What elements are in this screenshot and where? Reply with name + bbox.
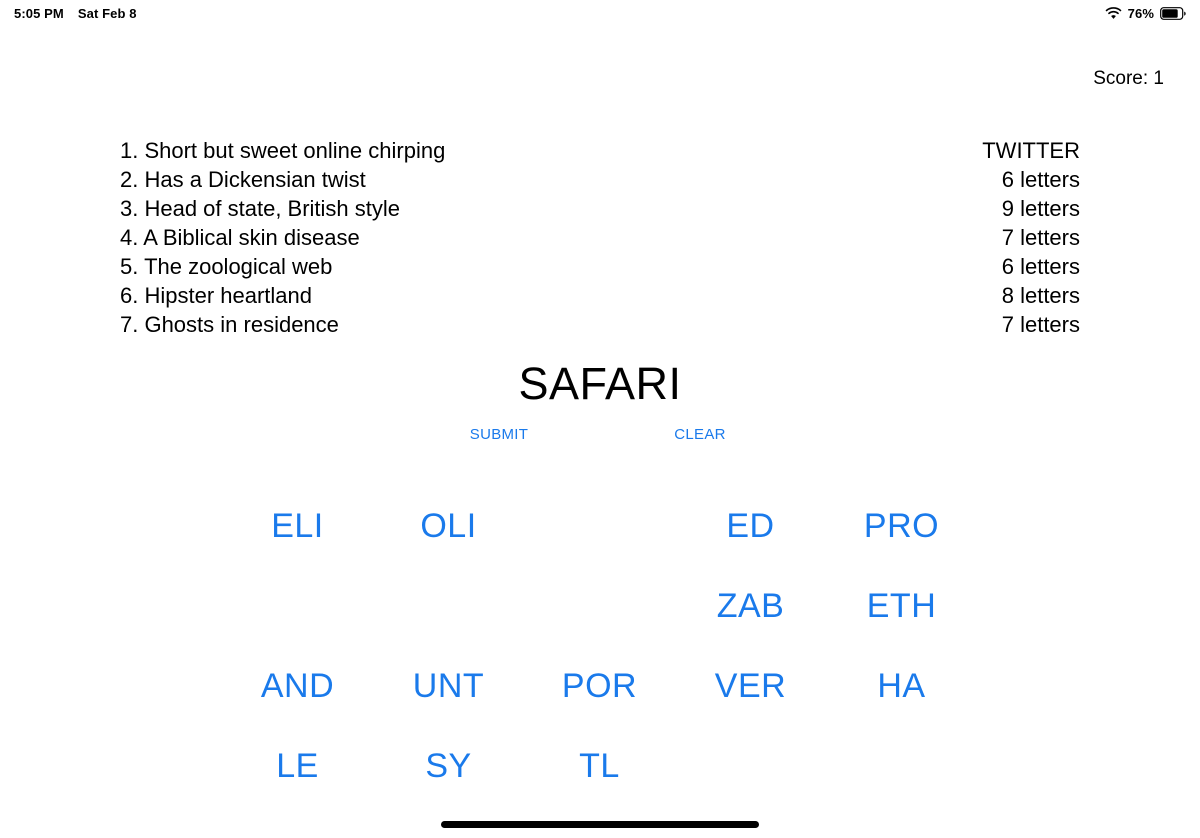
clue-item: 5. The zoological web [120,254,333,279]
status-bar-time: 5:05 PM [14,5,64,21]
tile-slot-empty [524,566,675,646]
clue-list: 1. Short but sweet online chirping 2. Ha… [120,136,620,339]
tile-button[interactable]: ED [675,486,826,566]
tile-slot-empty [826,726,977,806]
answer-item: 6 letters [1001,167,1080,192]
current-word-display: SAFARI [518,358,682,409]
battery-icon [1160,6,1186,20]
clue-item: 2. Has a Dickensian twist [120,167,366,192]
tile-slot-empty [373,566,524,646]
clue-item: 7. Ghosts in residence [120,312,339,337]
tile-slot-empty [222,566,373,646]
answer-list: TWITTER 6 letters 9 letters 7 letters 6 … [750,136,1080,339]
tile-button[interactable]: POR [524,646,675,726]
score-label: Score: 1 [1093,68,1164,89]
clue-item: 6. Hipster heartland [120,283,312,308]
answer-item: 6 letters [1001,254,1080,279]
home-indicator[interactable] [441,821,759,828]
status-bar: 5:05 PM Sat Feb 8 76% [0,0,1200,26]
clear-button[interactable]: CLEAR [640,424,760,446]
tile-button[interactable]: UNT [373,646,524,726]
answer-item: 7 letters [1001,225,1080,250]
action-bar: SUBMIT CLEAR [0,424,1200,446]
tile-button[interactable]: OLI [373,486,524,566]
clue-item: 4. A Biblical skin disease [120,225,360,250]
status-bar-date: Sat Feb 8 [77,5,137,21]
tile-button[interactable]: ETH [826,566,977,646]
answer-item: 8 letters [1001,283,1080,308]
tile-button[interactable]: LE [222,726,373,806]
submit-button[interactable]: SUBMIT [439,424,559,446]
clue-item: 3. Head of state, British style [120,196,401,221]
tile-button[interactable]: AND [222,646,373,726]
answer-item: TWITTER [982,138,1080,163]
answer-item: 9 letters [1001,196,1080,221]
tile-button[interactable]: SY [373,726,524,806]
status-bar-left: 5:05 PM Sat Feb 8 [14,6,137,21]
tile-button[interactable]: VER [675,646,826,726]
tile-button[interactable]: PRO [826,486,977,566]
clue-item: 1. Short but sweet online chirping [120,138,446,163]
tile-button[interactable]: ZAB [675,566,826,646]
battery-percent-label: 76% [1127,5,1154,21]
tile-button[interactable]: TL [524,726,675,806]
tile-slot-empty [524,486,675,566]
tile-button[interactable]: HA [826,646,977,726]
tile-button[interactable]: ELI [222,486,373,566]
wifi-icon [1105,6,1122,20]
tile-slot-empty [675,726,826,806]
answer-item: 7 letters [1001,312,1080,337]
status-bar-right: 76% [1105,6,1186,21]
tile-grid: ELI OLI ED PRO ZAB ETH AND UNT POR VER H… [222,486,978,806]
